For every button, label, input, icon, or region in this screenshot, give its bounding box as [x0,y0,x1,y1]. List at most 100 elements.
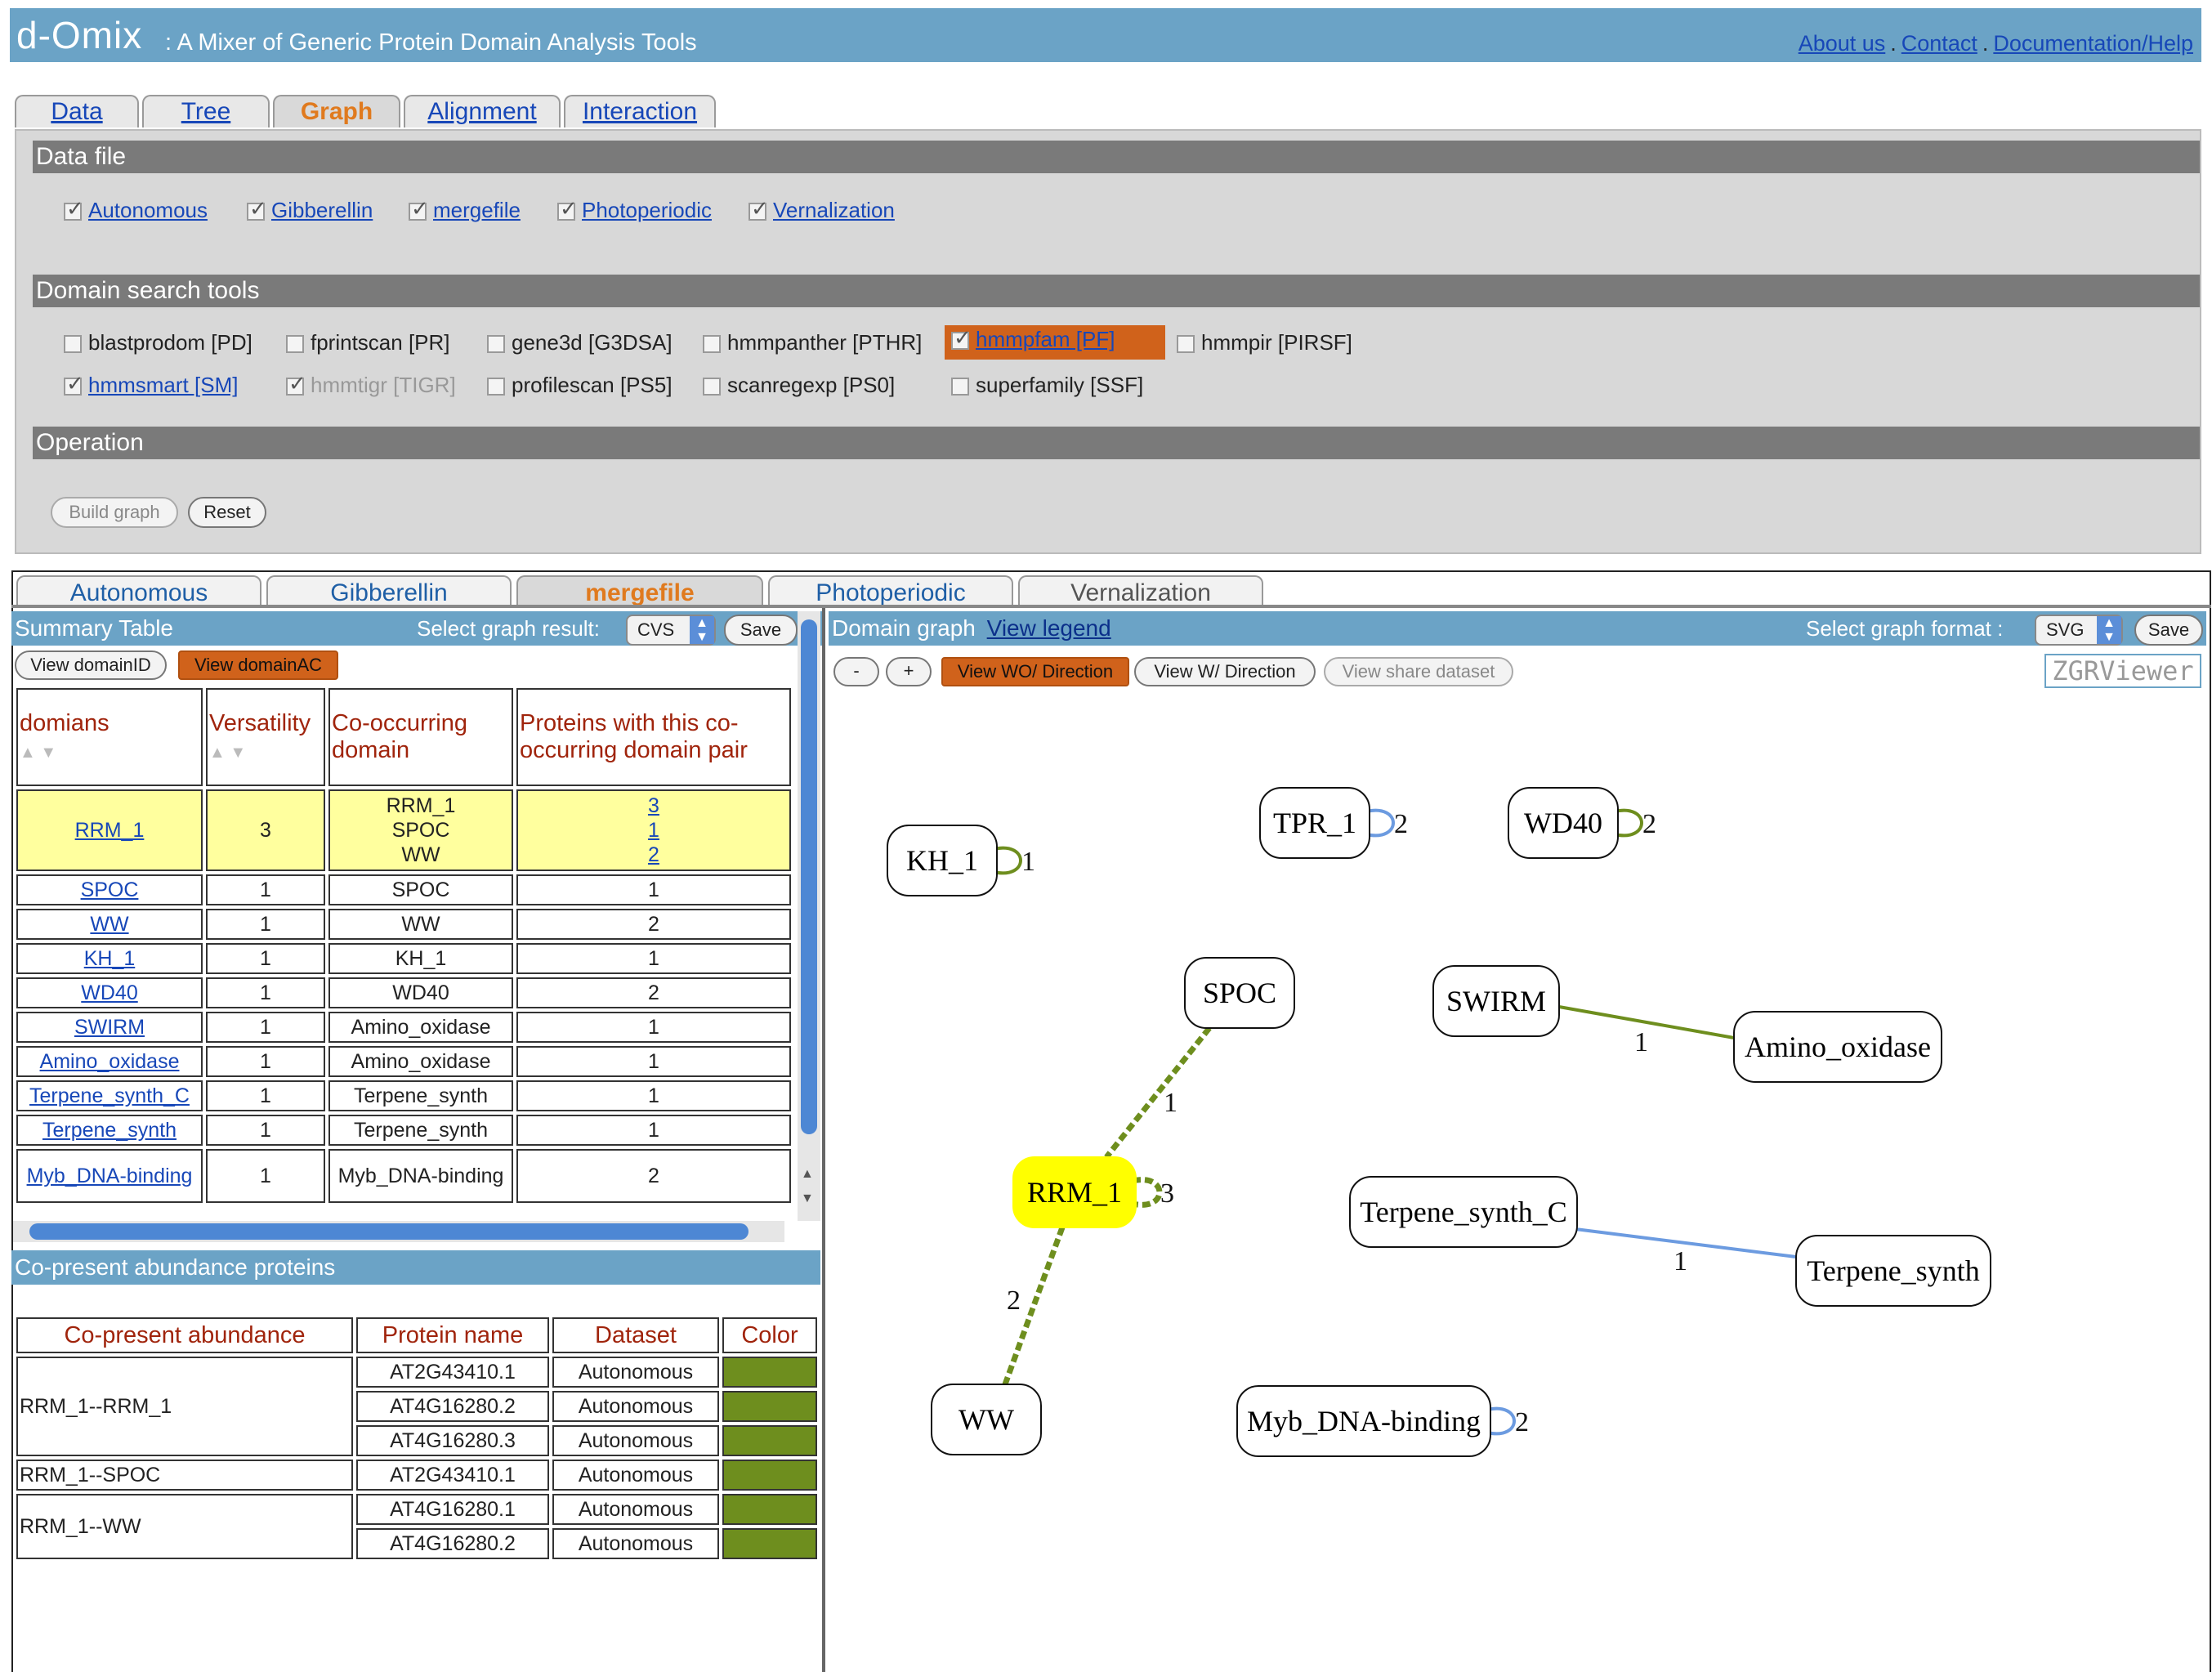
edge-label: 1 [1674,1246,1687,1276]
domain-link[interactable]: WD40 [81,981,137,1004]
dataset-tab-autonomous[interactable]: Autonomous [16,575,261,606]
checkbox-icon[interactable] [64,196,84,221]
protein-count-link[interactable]: 1 [648,819,659,842]
checkbox-icon[interactable] [1177,335,1195,354]
view-wo-direction-button[interactable]: View WO/ Direction [941,657,1129,686]
graph-format-select[interactable]: SVG ▲ ▼ [2035,615,2123,646]
dataset-tab-photoperiodic[interactable]: Photoperiodic [768,575,1013,606]
graph-result-select[interactable]: CVS ▲ ▼ [626,615,716,646]
tab-graph[interactable]: Graph [273,95,400,127]
file-photoperiodic[interactable]: Photoperiodic [557,196,712,223]
col-domains[interactable]: domians ▲ ▼ [16,688,203,786]
domain-graph-canvas[interactable]: KH_1 TPR_1 WD40 SPOC SWIRM Amino_oxidase RRM_1… [829,691,2206,1672]
tool-scanregexp[interactable]: scanregexp [PS0] [703,373,895,398]
summary-save-button[interactable]: Save [724,615,798,646]
tab-tree[interactable]: Tree [142,95,270,127]
view-share-dataset-button[interactable]: View share dataset [1324,657,1513,686]
view-domainid-button[interactable]: View domainID [15,650,167,680]
tool-hmmsmart[interactable]: hmmsmart [SM] [64,371,238,398]
domain-link[interactable]: WW [90,913,128,936]
domain-link[interactable]: SPOC [81,878,139,901]
edge-label: 2 [1007,1285,1021,1316]
select-arrow-icon: ▲ ▼ [690,616,714,644]
documentation-link[interactable]: Documentation/Help [1993,31,2193,56]
checkbox-icon[interactable] [951,325,972,351]
domain-link[interactable]: KH_1 [84,947,136,970]
node-label: RRM_1 [1027,1176,1122,1209]
summary-vscrollbar[interactable]: ▲ ▼ [798,611,820,1221]
tab-divider [11,605,2211,608]
domain-link[interactable]: RRM_1 [75,819,145,842]
protein-count-link[interactable]: 3 [648,794,659,817]
dataset-tab-vernalization[interactable]: Vernalization [1018,575,1263,606]
tool-hmmtigr[interactable]: hmmtigr [TIGR] [286,371,456,398]
col-versatility[interactable]: Versatility ▲ ▼ [206,688,325,786]
tool-gene3d[interactable]: gene3d [G3DSA] [487,330,673,355]
checkbox-icon[interactable] [286,371,306,396]
checkbox-icon[interactable] [286,335,304,354]
node-label: Terpene_synth [1807,1254,1979,1287]
node-label: SWIRM [1446,985,1546,1017]
contact-link[interactable]: Contact [1901,31,1977,56]
copresent-title: Co-present abundance proteins [15,1254,336,1280]
view-legend-link[interactable]: View legend [987,615,1111,641]
dataset-tab-gibberellin[interactable]: Gibberellin [266,575,512,606]
tool-profilescan[interactable]: profilescan [PS5] [487,373,673,398]
scroll-up-icon[interactable]: ▲ [801,1167,814,1182]
checkbox-icon[interactable] [749,196,769,221]
checkbox-icon[interactable] [409,196,429,221]
domain-link[interactable]: SWIRM [74,1016,145,1039]
summary-hscrollbar[interactable] [13,1221,784,1242]
domain-link[interactable]: Terpene_synth [42,1119,177,1142]
checkbox-icon[interactable] [247,196,267,221]
tool-hmmpir[interactable]: hmmpir [PIRSF] [1177,330,1352,355]
tool-blastprodom[interactable]: blastprodom [PD] [64,330,252,355]
tool-hmmpfam[interactable]: hmmpfam [PF] [945,325,1165,360]
domain-link[interactable]: Amino_oxidase [40,1050,180,1073]
col-proteins: Proteins with this co-occurring domain p… [516,688,791,786]
tool-hmmpanther[interactable]: hmmpanther [PTHR] [703,330,922,355]
protein-count-link[interactable]: 2 [648,843,659,866]
checkbox-icon[interactable] [487,335,505,354]
pair-cell: RRM_1--SPOC [16,1460,353,1491]
file-autonomous[interactable]: Autonomous [64,196,208,223]
domain-link[interactable]: Myb_DNA-binding [27,1165,193,1187]
checkbox-icon[interactable] [487,378,505,396]
header-links: About us. Contact. Documentation/Help [1798,31,2193,56]
tab-data[interactable]: Data [15,95,139,127]
checkbox-icon[interactable] [64,335,82,354]
checkbox-icon[interactable] [951,378,969,396]
checkbox-icon[interactable] [703,335,721,354]
checkbox-icon[interactable] [703,378,721,396]
scroll-down-icon[interactable]: ▼ [801,1191,814,1206]
app-subtitle: : A Mixer of Generic Protein Domain Anal… [165,29,697,56]
tool-fprintscan[interactable]: fprintscan [PR] [286,330,450,355]
zoom-in-button[interactable]: + [886,657,932,686]
file-gibberellin[interactable]: Gibberellin [247,196,373,223]
file-vernalization[interactable]: Vernalization [749,196,895,223]
dataset-tab-mergefile[interactable]: mergefile [516,575,763,606]
build-graph-button[interactable]: Build graph [51,497,178,528]
app-header: d-Omix : A Mixer of Generic Protein Doma… [10,8,2201,62]
zoom-out-button[interactable]: - [833,657,879,686]
color-swatch [722,1460,817,1491]
about-link[interactable]: About us [1799,31,1886,56]
edge-label: 2 [1515,1407,1529,1437]
table-row: Terpene_synth 1 Terpene_synth 1 [16,1115,791,1146]
file-mergefile[interactable]: mergefile [409,196,521,223]
tool-superfamily[interactable]: superfamily [SSF] [951,373,1143,398]
checkbox-icon[interactable] [557,196,578,221]
view-w-direction-button[interactable]: View W/ Direction [1134,657,1316,686]
graph-save-button[interactable]: Save [2134,615,2203,646]
checkbox-icon[interactable] [64,371,84,396]
operation-heading: Operation [33,427,2200,459]
view-domainac-button[interactable]: View domainAC [178,650,338,680]
reset-button[interactable]: Reset [188,497,266,528]
col-protein-name: Protein name [356,1317,549,1353]
tools-heading: Domain search tools [33,275,2200,307]
scroll-thumb[interactable] [801,619,817,1134]
tab-alignment[interactable]: Alignment [404,95,561,127]
tab-interaction[interactable]: Interaction [564,95,716,127]
hscroll-thumb[interactable] [29,1223,749,1240]
domain-link[interactable]: Terpene_synth_C [29,1084,190,1107]
